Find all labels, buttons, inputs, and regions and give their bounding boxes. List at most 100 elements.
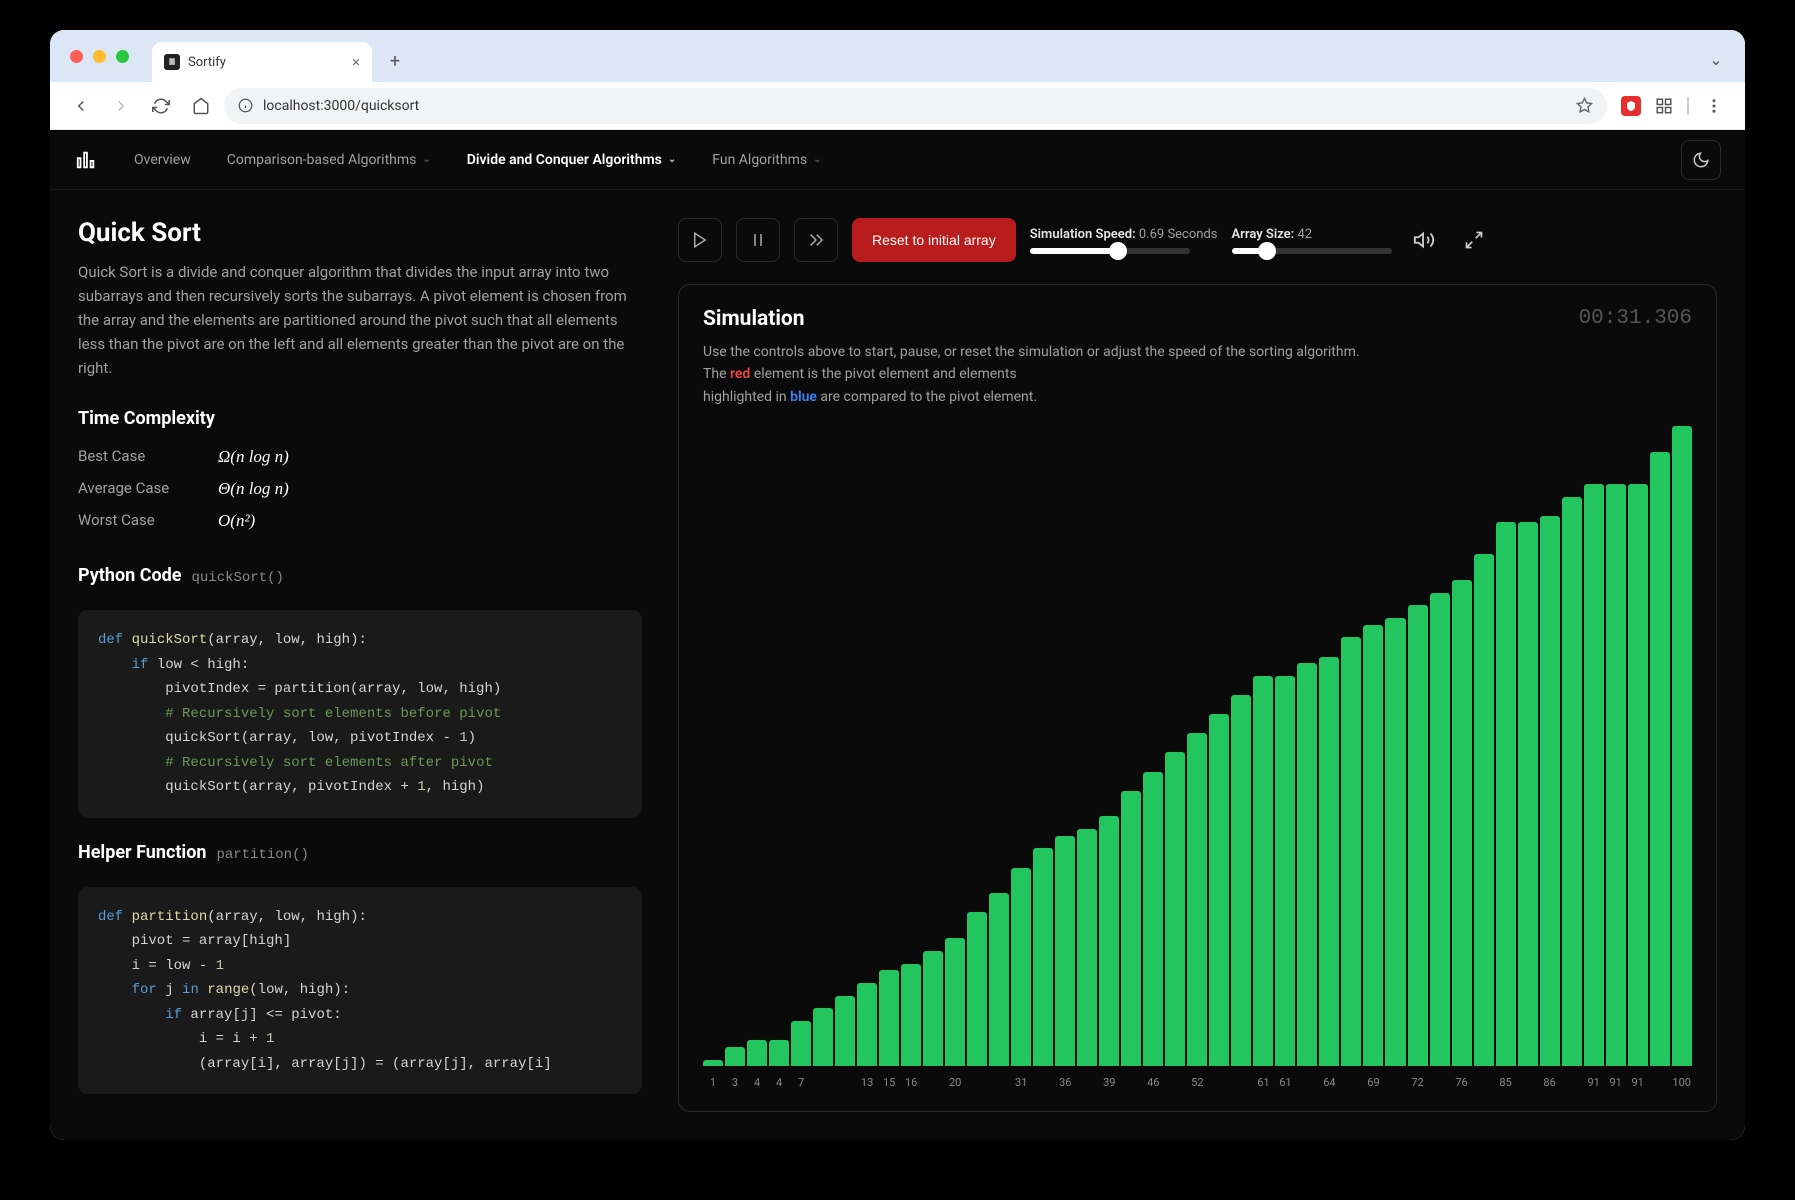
chart-bar [989,893,1009,1066]
x-tick: 4 [747,1076,767,1089]
maximize-window-button[interactable] [116,50,129,63]
browser-tab-bar: ⫾⫾ Sortify × + ⌄ [50,30,1745,82]
chart-bar [1385,618,1405,1066]
chart-bar [1011,868,1031,1066]
x-tick: 39 [1099,1076,1119,1089]
x-tick: 61 [1253,1076,1273,1089]
tabs-dropdown-button[interactable]: ⌄ [1705,48,1727,70]
chart-bar [835,996,855,1066]
x-tick [835,1076,855,1089]
close-window-button[interactable] [70,50,83,63]
chart-bar [945,938,965,1066]
x-tick: 85 [1496,1076,1516,1089]
chart-bar [1650,452,1670,1066]
moon-icon [1692,151,1710,169]
chart-bar [747,1040,767,1066]
tc-label: Worst Case [78,511,218,531]
tc-value: Ω(n log n) [218,447,289,467]
forward-button[interactable] [104,89,138,123]
star-icon[interactable] [1576,97,1593,114]
step-button[interactable] [794,218,838,262]
menu-icon[interactable] [1705,97,1723,115]
chart-bar [1253,676,1273,1066]
x-tick: 52 [1187,1076,1207,1089]
nav-link[interactable]: Divide and Conquer Algorithms⌄ [451,142,692,178]
x-tick [1430,1076,1450,1089]
chart-bar [1143,772,1163,1066]
info-icon [238,98,253,113]
x-tick: 13 [857,1076,877,1089]
x-tick [967,1076,987,1089]
chart-bar [813,1008,833,1066]
theme-toggle-button[interactable] [1681,140,1721,180]
x-tick: 61 [1275,1076,1295,1089]
size-label: Array Size: 42 [1232,227,1392,242]
chart-bar [1518,522,1538,1066]
simulation-title: Simulation [703,307,805,331]
nav-link[interactable]: Fun Algorithms⌄ [696,142,837,178]
extensions-icon[interactable] [1655,97,1673,115]
chart-bar [879,970,899,1066]
code-function-name: quickSort() [191,570,283,586]
chart-bar [1297,663,1317,1066]
speed-slider[interactable] [1030,248,1190,254]
nav-link[interactable]: Overview [118,142,207,178]
chart-bar [725,1047,745,1066]
chart-bar [1055,836,1075,1066]
new-tab-button[interactable]: + [380,46,410,76]
chart-bar [967,912,987,1066]
code-heading: Python Code [78,565,181,586]
play-button[interactable] [678,218,722,262]
chart-bar [1187,733,1207,1066]
simulation-panel: Simulation 00:31.306 Use the controls ab… [678,284,1717,1112]
x-tick [1518,1076,1538,1089]
x-tick: 72 [1408,1076,1428,1089]
x-tick [1231,1076,1251,1089]
window-controls [70,50,129,63]
tc-label: Average Case [78,479,218,499]
close-tab-button[interactable]: × [352,53,360,71]
chart-bar [1231,695,1251,1066]
nav-link[interactable]: Comparison-based Algorithms⌄ [211,142,447,178]
x-tick: 46 [1143,1076,1163,1089]
chart-bar [1165,752,1185,1066]
x-tick: 69 [1363,1076,1383,1089]
browser-tab[interactable]: ⫾⫾ Sortify × [152,42,372,82]
chart-bar [1033,848,1053,1066]
helper-heading: Helper Function [78,842,206,863]
chart-bar [901,964,921,1066]
chart-bar [703,1060,723,1066]
x-tick: 76 [1452,1076,1472,1089]
reset-button[interactable]: Reset to initial array [852,218,1016,262]
simulation-description: Use the controls above to start, pause, … [703,341,1692,408]
home-button[interactable] [184,89,218,123]
x-tick [1165,1076,1185,1089]
x-tick: 86 [1540,1076,1560,1089]
x-tick [813,1076,833,1089]
helper-function-name: partition() [216,847,308,863]
url-bar[interactable]: localhost:3000/quicksort [224,88,1607,124]
back-button[interactable] [64,89,98,123]
sound-button[interactable] [1406,222,1442,258]
size-slider[interactable] [1232,248,1392,254]
pause-button[interactable] [736,218,780,262]
chart-bar [1584,484,1604,1066]
x-tick: 31 [1011,1076,1031,1089]
fullscreen-button[interactable] [1456,222,1492,258]
x-tick: 4 [769,1076,789,1089]
app-logo-icon[interactable] [74,148,98,172]
chart-bar [1099,816,1119,1066]
main-code-block: def quickSort(array, low, high): if low … [78,610,642,818]
chart-bar [923,951,943,1066]
chart-bar [769,1040,789,1066]
chart-bar [1341,637,1361,1066]
page-description: Quick Sort is a divide and conquer algor… [78,260,642,380]
adblock-icon[interactable] [1621,96,1641,116]
x-tick [989,1076,1009,1089]
simulation-controls: Reset to initial array Simulation Speed:… [678,218,1717,262]
minimize-window-button[interactable] [93,50,106,63]
x-tick [1209,1076,1229,1089]
reload-button[interactable] [144,89,178,123]
x-tick: 20 [945,1076,965,1089]
x-tick [923,1076,943,1089]
